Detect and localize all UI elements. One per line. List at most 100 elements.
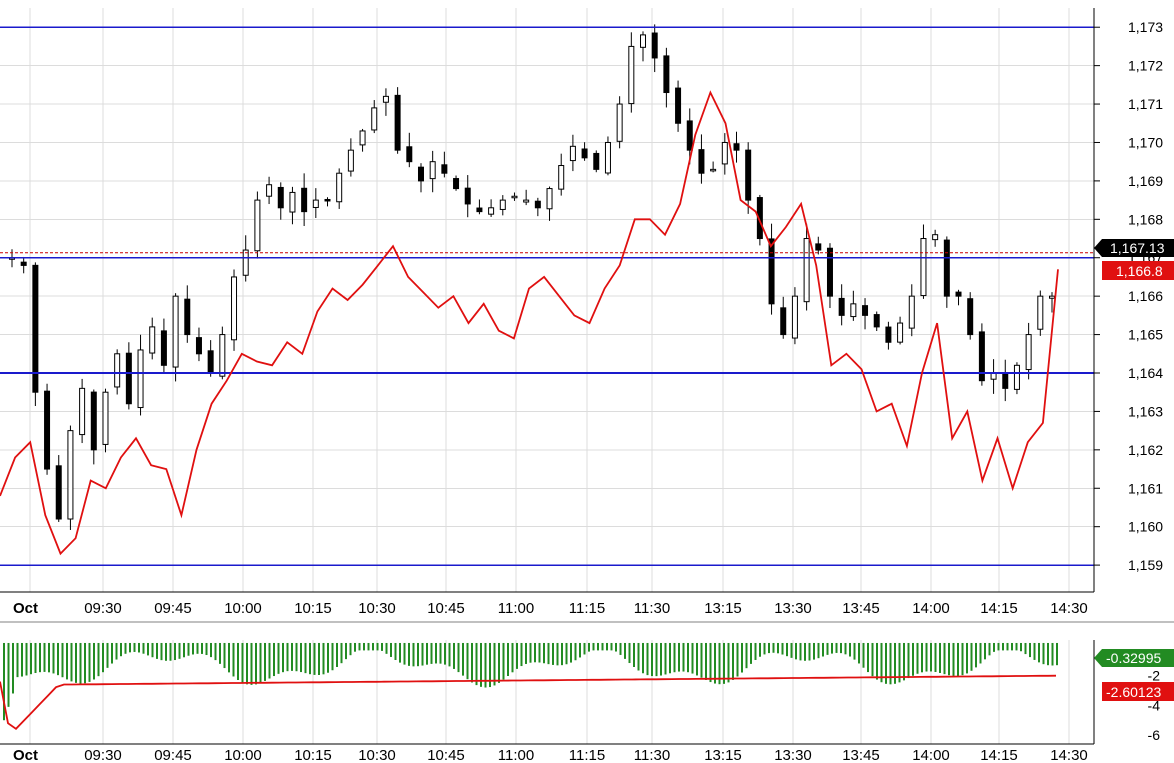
x-tick-label: 10:00 xyxy=(224,600,262,617)
candle-body xyxy=(990,372,997,380)
x-tick-label: 14:15 xyxy=(980,600,1018,617)
x-tick-label: 14:30 xyxy=(1050,600,1088,617)
candle-body xyxy=(289,191,296,213)
y-tick-label: 1,159 xyxy=(1128,557,1163,573)
candle-body xyxy=(417,166,424,182)
x-tick-label: 09:45 xyxy=(154,747,192,763)
x-tick-label: 13:30 xyxy=(774,600,812,617)
candle-body xyxy=(511,195,518,199)
candle-body xyxy=(546,188,553,210)
y-tick-label: 1,164 xyxy=(1128,365,1163,381)
x-tick-label: 10:15 xyxy=(294,600,332,617)
x-tick-label: 13:15 xyxy=(704,747,742,763)
candle-body xyxy=(20,261,27,266)
candle-body xyxy=(160,330,167,366)
candle-body xyxy=(967,298,974,336)
x-tick-label: 09:30 xyxy=(84,747,122,763)
candle-body xyxy=(137,349,144,409)
y-tick-label: 1,163 xyxy=(1128,403,1163,419)
candle-body xyxy=(394,94,401,151)
x-tick-label: 10:15 xyxy=(294,747,332,763)
y-tick-label: 1,161 xyxy=(1128,480,1163,496)
candle-body xyxy=(698,149,705,174)
candle-body xyxy=(686,120,693,151)
candle-body xyxy=(908,295,915,329)
candle-body xyxy=(359,130,366,146)
y-tick-label: 1,172 xyxy=(1128,58,1163,74)
x-tick-label: 14:00 xyxy=(912,747,950,763)
histogram-tag-text: -0.32995 xyxy=(1106,650,1161,666)
candle-body xyxy=(885,326,892,343)
y-tick-label: 1,166 xyxy=(1128,288,1163,304)
oscillator-histogram xyxy=(3,642,1058,721)
x-tick-label: 13:45 xyxy=(842,600,880,617)
oscillator-signal-line xyxy=(0,674,1057,730)
candle-body xyxy=(920,238,927,297)
x-tick-label: Oct xyxy=(13,747,38,763)
candle-body xyxy=(569,145,576,162)
candle-body xyxy=(336,172,343,203)
candle-body xyxy=(429,161,436,180)
candle-body xyxy=(604,141,611,174)
last-price-tag: 1,167.13 xyxy=(1094,239,1174,257)
candle-body xyxy=(745,149,752,201)
candle-body xyxy=(675,87,682,124)
candle-body xyxy=(301,187,308,213)
candle-body xyxy=(955,291,962,297)
intraday-chart: 1,159 1,160 1,161 1,162 1,163 1,164 1,165 1,166… xyxy=(0,8,1174,763)
candle-body xyxy=(850,303,857,318)
candle-body xyxy=(242,249,249,276)
candle-body xyxy=(195,337,202,355)
candle-body xyxy=(347,149,354,172)
y-tick-label: 1,171 xyxy=(1128,96,1163,112)
candle-body xyxy=(231,276,238,341)
osc-y-tick-label: -2 xyxy=(1148,668,1161,684)
candle-body xyxy=(838,297,845,316)
x-tick-label: 11:30 xyxy=(634,747,670,763)
candle-body xyxy=(172,295,179,368)
candle-body xyxy=(815,243,822,251)
x-tick-label: 14:30 xyxy=(1050,747,1088,763)
candle-body xyxy=(803,238,810,303)
x-tick-label: 14:00 xyxy=(912,600,950,617)
candle-body xyxy=(1025,334,1032,371)
candle-body xyxy=(873,314,880,328)
x-tick-label: 09:45 xyxy=(154,600,192,617)
candle-body xyxy=(324,198,331,202)
candle-body xyxy=(791,295,798,339)
candle-body xyxy=(862,305,869,316)
candle-body xyxy=(67,430,74,520)
candle-body xyxy=(593,152,600,170)
x-tick-label: 10:00 xyxy=(224,747,262,763)
red-line-tag-text: 1,166.8 xyxy=(1116,263,1163,279)
candle-body xyxy=(312,199,319,208)
signal-tag: -2.60123 xyxy=(1102,682,1174,701)
main-x-axis-labels: Oct 09:30 09:45 10:00 10:15 10:30 10:45 11:00 11… xyxy=(13,600,1088,617)
x-tick-label: 11:15 xyxy=(569,747,605,763)
candle-body xyxy=(441,164,448,174)
x-tick-label: 13:30 xyxy=(774,747,812,763)
candle-body xyxy=(219,334,226,377)
candle-body xyxy=(371,107,378,131)
candle-body xyxy=(1037,295,1044,330)
candle-body xyxy=(628,45,635,105)
candle-body xyxy=(932,234,939,241)
x-tick-label: 10:30 xyxy=(358,600,396,617)
last-price-tag-text: 1,167.13 xyxy=(1110,240,1165,256)
candle-body xyxy=(663,55,670,94)
candle-body xyxy=(79,387,86,436)
x-tick-label: 10:45 xyxy=(427,747,465,763)
candle-body xyxy=(826,247,833,297)
candle-body xyxy=(780,307,787,336)
y-tick-label: 1,165 xyxy=(1128,327,1163,343)
x-tick-label: 11:00 xyxy=(498,747,534,763)
candle-body xyxy=(640,34,647,48)
x-tick-label: 11:30 xyxy=(634,600,670,617)
y-tick-label: 1,160 xyxy=(1128,519,1163,535)
candlestick-series xyxy=(9,24,1055,530)
candle-body xyxy=(768,238,775,305)
candle-body xyxy=(55,465,62,520)
candle-body xyxy=(125,352,132,405)
candle-body xyxy=(382,95,389,103)
candle-body xyxy=(44,390,51,470)
